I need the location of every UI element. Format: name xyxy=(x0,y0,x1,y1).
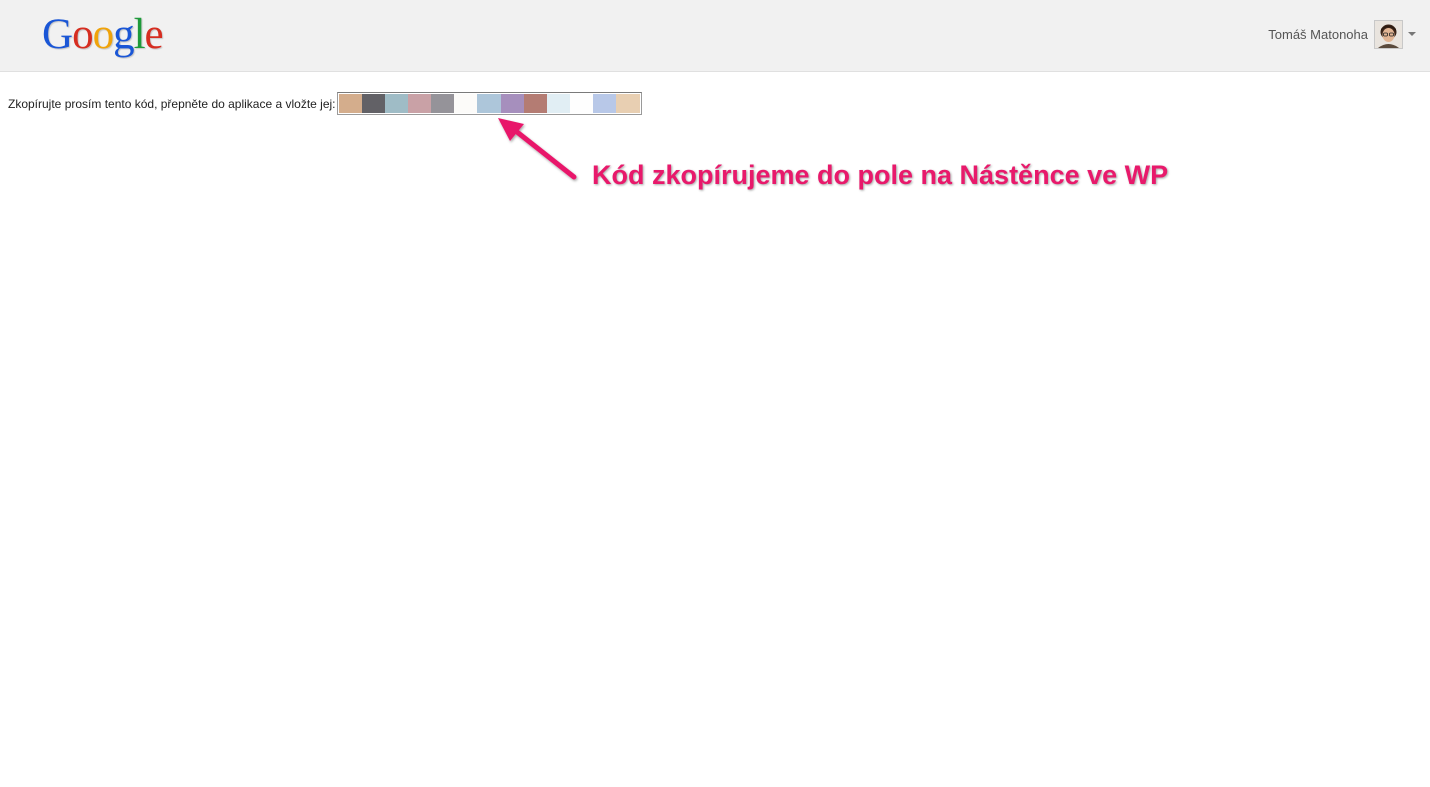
account-menu[interactable]: Tomáš Matonoha xyxy=(1268,19,1416,49)
copy-instructions: Zkopírujte prosím tento kód, přepněte do… xyxy=(8,96,336,111)
top-bar: Google Tomáš Matonoha xyxy=(0,0,1430,72)
annotation-arrow-icon xyxy=(498,118,577,180)
code-pixel-block xyxy=(431,94,455,113)
logo-letter: l xyxy=(133,11,146,58)
annotation-callout: Kód zkopírujeme do pole na Nástěnce ve W… xyxy=(592,160,1169,190)
code-pixel-block xyxy=(593,94,617,113)
code-pixel-block xyxy=(616,94,640,113)
code-pixel-block xyxy=(338,94,362,113)
code-pixel-block xyxy=(361,94,385,113)
logo-letter: G xyxy=(42,11,73,58)
logo-letter: e xyxy=(144,11,164,58)
logo-letter: g xyxy=(113,11,134,58)
caret-down-icon[interactable] xyxy=(1408,32,1416,36)
user-photo-icon[interactable] xyxy=(1374,19,1403,49)
code-pixel-block xyxy=(407,94,432,113)
logo-letter: o xyxy=(72,11,93,58)
code-pixel-block xyxy=(384,94,408,113)
code-pixel-block xyxy=(454,94,478,113)
account-name[interactable]: Tomáš Matonoha xyxy=(1268,27,1368,42)
google-logo[interactable]: Google xyxy=(42,8,164,62)
logo-letter: o xyxy=(92,11,114,58)
